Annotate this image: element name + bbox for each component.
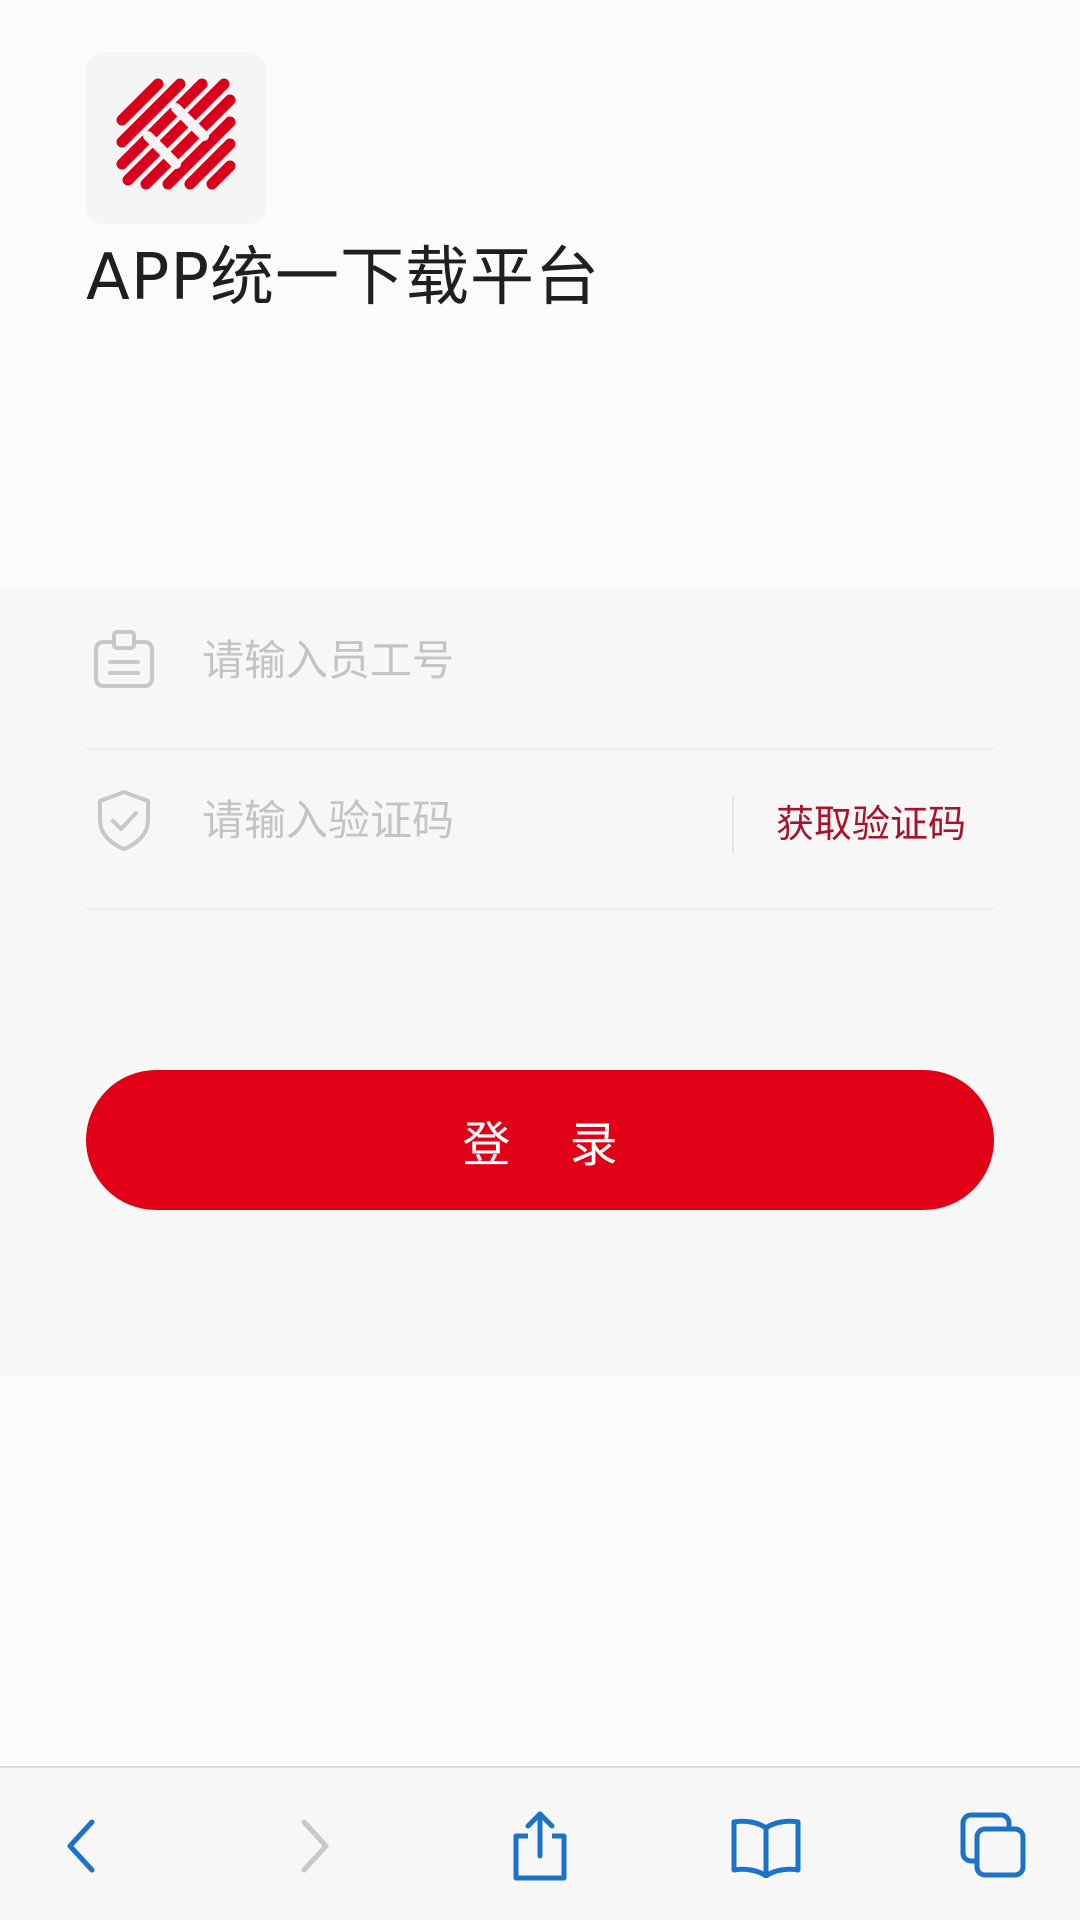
login-button[interactable]: 登 录 bbox=[86, 1070, 994, 1210]
login-page: APP统一下载平台 获取验证码 bbox=[0, 0, 1080, 1920]
share-button[interactable] bbox=[500, 1808, 580, 1888]
employee-id-input[interactable] bbox=[202, 620, 982, 700]
forward-button[interactable] bbox=[274, 1808, 354, 1888]
verification-code-row: 获取验证码 bbox=[86, 750, 994, 910]
tabs-button[interactable] bbox=[954, 1808, 1034, 1888]
page-title: APP统一下载平台 bbox=[86, 241, 600, 315]
verification-code-input[interactable] bbox=[202, 780, 702, 860]
tabs-icon bbox=[959, 1811, 1029, 1885]
chevron-left-icon bbox=[60, 1816, 104, 1880]
back-button[interactable] bbox=[42, 1808, 122, 1888]
id-badge-icon bbox=[92, 628, 156, 692]
brand-logo bbox=[86, 52, 266, 224]
bookmarks-book-icon bbox=[728, 1814, 804, 1882]
browser-toolbar bbox=[0, 1766, 1080, 1920]
employee-id-row bbox=[86, 590, 994, 750]
shield-check-icon bbox=[92, 788, 156, 852]
bookmarks-button[interactable] bbox=[726, 1808, 806, 1888]
share-icon bbox=[508, 1808, 572, 1888]
chevron-right-icon bbox=[292, 1816, 336, 1880]
login-form: 获取验证码 登 录 bbox=[0, 590, 1080, 1375]
divider bbox=[732, 796, 734, 854]
striped-brand-logo-icon bbox=[116, 78, 236, 190]
get-code-button[interactable]: 获取验证码 bbox=[776, 794, 966, 854]
